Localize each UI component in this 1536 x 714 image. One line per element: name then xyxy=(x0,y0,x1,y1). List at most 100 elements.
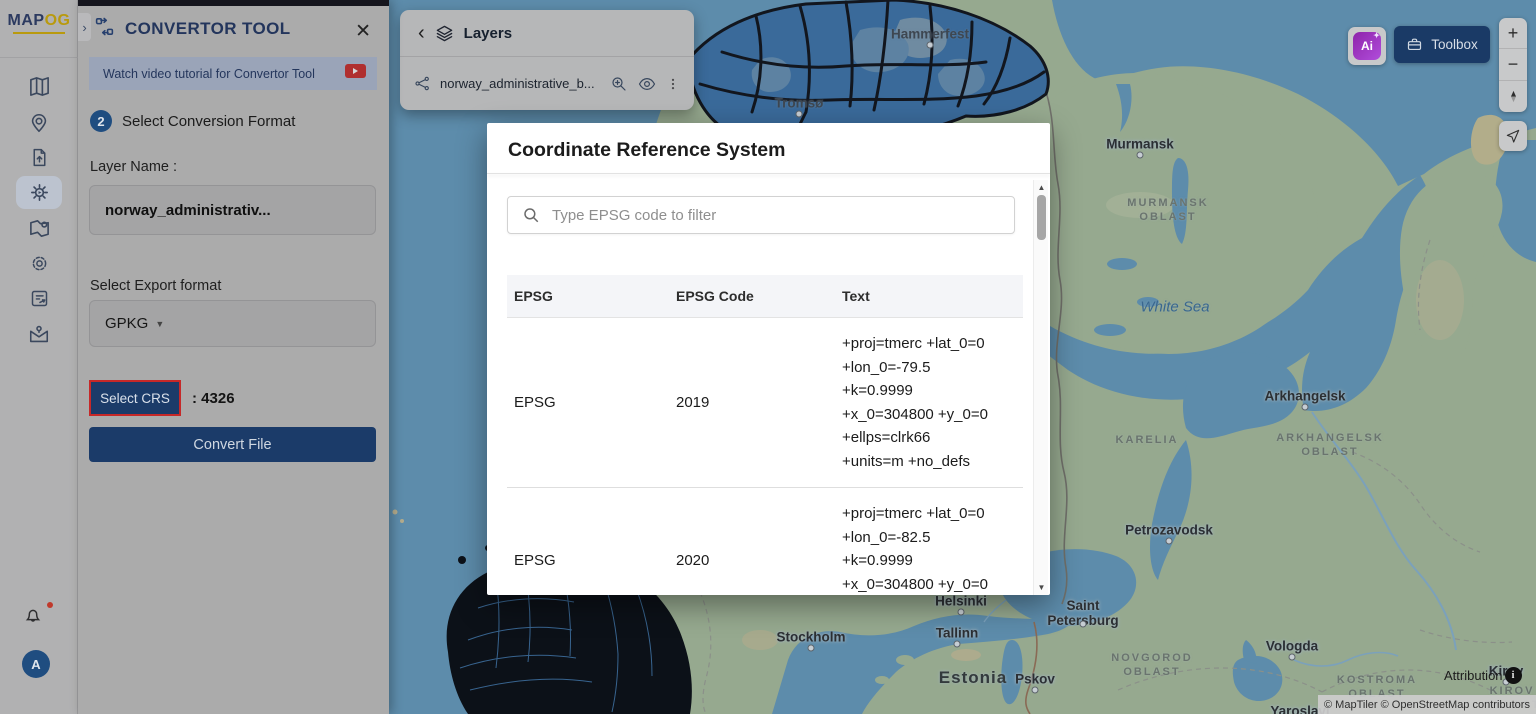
city-marker xyxy=(1289,654,1296,661)
more-options-icon[interactable] xyxy=(666,76,680,92)
scrollbar-thumb[interactable] xyxy=(1037,195,1046,240)
layer-row[interactable]: norway_administrative_b... xyxy=(400,57,694,110)
app-window: Hammerfest Tromsø Murmansk Arkhangelsk P… xyxy=(0,0,1536,714)
sidebar-item-report[interactable] xyxy=(16,282,62,315)
logo-underline xyxy=(13,32,65,34)
crs-value: : 4326 xyxy=(192,390,235,407)
region-label: NOVGOROD OBLAST xyxy=(1111,651,1192,679)
zoom-out-button[interactable]: − xyxy=(1499,49,1527,80)
sidebar-item-map-location[interactable] xyxy=(16,212,62,245)
epsg-search-input[interactable]: Type EPSG code to filter xyxy=(507,196,1015,234)
city-marker xyxy=(954,641,961,648)
city-label: Vologda xyxy=(1266,639,1318,654)
toolbox-button[interactable]: Toolbox xyxy=(1394,26,1490,63)
navigation-arrow-icon xyxy=(1505,128,1521,144)
city-marker xyxy=(1080,621,1087,628)
scroll-down-icon[interactable]: ▼ xyxy=(1034,583,1049,592)
region-label: ARKHANGELSK OBLAST xyxy=(1276,431,1384,459)
region-label: KARELIA xyxy=(1116,433,1179,447)
panel-header: CONVERTOR TOOL ✕ xyxy=(78,6,389,52)
sidebar-item-map[interactable] xyxy=(16,70,62,103)
modal-title: Coordinate Reference System xyxy=(508,139,785,162)
col-text: Text xyxy=(835,288,1023,304)
modal-scrollbar[interactable]: ▲ ▼ xyxy=(1033,180,1048,595)
layer-name: norway_administrative_b... xyxy=(440,76,608,91)
panel-title: CONVERTOR TOOL xyxy=(125,19,291,39)
city-label: Stockholm xyxy=(776,630,845,645)
app-logo[interactable]: MAPOG xyxy=(0,0,78,58)
search-placeholder: Type EPSG code to filter xyxy=(552,207,716,224)
map-icon xyxy=(28,75,51,98)
compass-icon xyxy=(1506,88,1521,105)
toolbox-label: Toolbox xyxy=(1431,37,1478,52)
sidebar-item-settings[interactable] xyxy=(16,247,62,280)
layers-header: ‹ Layers xyxy=(400,10,694,57)
convert-file-button[interactable]: Convert File xyxy=(89,427,376,462)
sidebar-item-mail[interactable] xyxy=(16,318,62,351)
layer-name-label: Layer Name : xyxy=(90,159,177,175)
col-epsg: EPSG xyxy=(507,288,669,304)
crs-table: EPSG EPSG Code Text EPSG 2019 +proj=tmer… xyxy=(507,275,1023,595)
attribution-label: Attribution xyxy=(1444,668,1503,683)
map-location-icon xyxy=(28,217,51,240)
table-row[interactable]: EPSG 2020 +proj=tmerc +lat_0=0 +lon_0=-8… xyxy=(507,488,1023,595)
step-number: 2 xyxy=(90,110,112,132)
table-row[interactable]: EPSG 2019 +proj=tmerc +lat_0=0 +lon_0=-7… xyxy=(507,318,1023,488)
map-copyright[interactable]: © MapTiler © OpenStreetMap contributors xyxy=(1318,695,1536,714)
crs-modal: Coordinate Reference System Type EPSG co… xyxy=(487,123,1050,595)
notification-dot xyxy=(47,602,53,608)
sidebar-item-convertor[interactable] xyxy=(16,176,62,209)
compass-button[interactable] xyxy=(1499,81,1527,112)
zoom-in-button[interactable]: + xyxy=(1499,18,1527,49)
back-chevron-icon[interactable]: ‹ xyxy=(418,23,425,43)
city-label: Tallinn xyxy=(936,626,979,641)
water-label: White Sea xyxy=(1140,299,1209,316)
settings-gear-icon xyxy=(29,253,50,274)
close-panel-icon[interactable]: ✕ xyxy=(355,22,371,41)
sidebar-item-upload[interactable] xyxy=(16,141,62,174)
table-header-row: EPSG EPSG Code Text xyxy=(507,275,1023,318)
zoom-controls: + − xyxy=(1499,18,1527,112)
export-format-label: Select Export format xyxy=(90,278,221,294)
col-epsg-code: EPSG Code xyxy=(669,288,835,304)
city-label: Pskov xyxy=(1015,672,1055,687)
user-avatar[interactable]: A xyxy=(22,650,50,678)
city-label: Helsinki xyxy=(935,594,987,609)
sidebar-item-location[interactable] xyxy=(16,106,62,139)
city-marker xyxy=(958,609,965,616)
locate-button[interactable] xyxy=(1499,121,1527,151)
city-label: Tromsø xyxy=(775,96,824,111)
sparkle-icon: ✦ xyxy=(1373,31,1380,40)
app-sidebar: MAPOG xyxy=(0,0,78,714)
ai-icon: Ai ✦ xyxy=(1353,32,1381,60)
notifications-bell[interactable] xyxy=(22,604,56,630)
modal-divider xyxy=(487,173,1050,174)
layers-icon xyxy=(435,24,454,43)
city-label: Petrozavodsk xyxy=(1125,523,1213,538)
city-marker xyxy=(927,42,934,49)
ai-tool-button[interactable]: Ai ✦ xyxy=(1348,27,1386,65)
select-crs-button[interactable]: Select CRS xyxy=(89,380,181,416)
scroll-up-icon[interactable]: ▲ xyxy=(1034,183,1049,192)
layer-name-field[interactable]: norway_administrativ... xyxy=(89,185,376,235)
zoom-to-layer-icon[interactable] xyxy=(610,75,628,93)
city-label: Arkhangelsk xyxy=(1264,389,1345,404)
city-marker xyxy=(1166,538,1173,545)
briefcase-icon xyxy=(1406,36,1423,53)
city-marker xyxy=(796,111,803,118)
info-icon[interactable]: i xyxy=(1505,667,1522,684)
city-label: Hammerfest xyxy=(891,27,969,42)
city-marker xyxy=(1137,152,1144,159)
city-label: Murmansk xyxy=(1106,137,1174,152)
video-tutorial-banner[interactable]: Watch video tutorial for Convertor Tool xyxy=(89,57,377,90)
step-indicator: 2 Select Conversion Format xyxy=(90,110,295,132)
video-tutorial-icon xyxy=(345,64,367,84)
region-label: MURMANSK OBLAST xyxy=(1127,196,1208,224)
banner-text: Watch video tutorial for Convertor Tool xyxy=(103,67,315,81)
convertor-tool-panel: › CONVERTOR TOOL ✕ Watch video tutorial … xyxy=(78,0,389,714)
export-format-select[interactable]: GPKG ▼ xyxy=(89,300,376,347)
visibility-eye-icon[interactable] xyxy=(637,75,657,93)
city-marker xyxy=(808,645,815,652)
vector-layer-icon xyxy=(414,75,431,92)
bell-icon xyxy=(22,604,44,626)
